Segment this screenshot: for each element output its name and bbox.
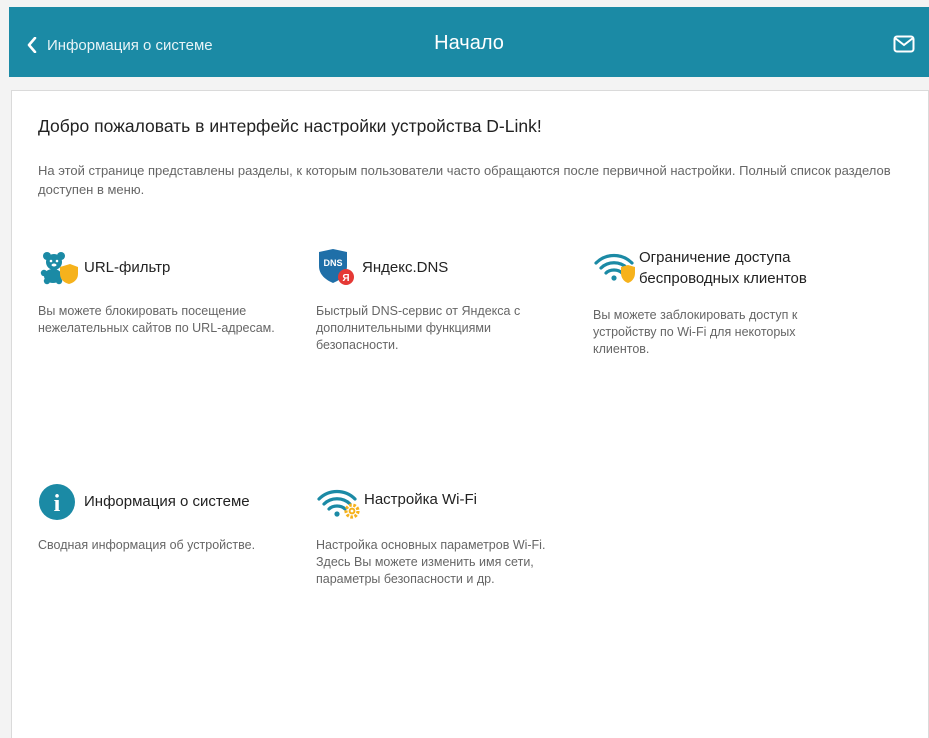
dns-label: DNS (323, 258, 342, 268)
tile-description: Вы можете заблокировать доступ к устройс… (593, 308, 798, 356)
tile-url-filter[interactable]: URL-фильтр Вы можете блокировать посещен… (38, 249, 288, 359)
app-frame: Информация о системе Начало Добро пожало… (0, 0, 929, 738)
tile-name: Настройка Wi-Fi (364, 491, 477, 508)
tile-description: Сводная информация об устройстве. (38, 538, 256, 552)
tile-wifi-setup[interactable]: Настройка Wi-Fi Настройка основных парам… (316, 483, 576, 593)
tile-name: Яндекс.DNS (362, 259, 449, 276)
intro-text: На этой странице представлены разделы, к… (38, 163, 891, 197)
tile-system-info[interactable]: i Информация о системе Сводная информаци… (38, 483, 288, 563)
tile-name: Информация о системе (84, 493, 250, 510)
info-glyph: i (54, 491, 61, 517)
yandex-dns-icon: DNS Я (319, 249, 354, 285)
tile-description: Настройка основных параметров Wi-Fi. Зде… (316, 538, 546, 586)
tile-description: Вы можете блокировать посещение нежелате… (38, 304, 275, 335)
top-header: Информация о системе Начало (9, 7, 929, 77)
mail-icon[interactable] (893, 35, 915, 53)
tile-wireless-restriction[interactable]: Ограничение доступа беспроводных клиенто… (593, 249, 853, 369)
url-filter-icon (40, 252, 78, 285)
tile-yandex-dns[interactable]: DNS Я Яндекс.DNS Быстрый DNS-сервис от Я… (316, 249, 556, 359)
page-title: Начало (434, 32, 504, 54)
tile-description: Быстрый DNS-сервис от Яндекса с дополнит… (316, 304, 521, 352)
wifi-gear-icon (317, 489, 360, 519)
svg-text:Я: Я (342, 273, 349, 284)
content-card: Добро пожаловать в интерфейс настройки у… (11, 90, 929, 738)
welcome-heading: Добро пожаловать в интерфейс настройки у… (38, 116, 542, 136)
wifi-shield-icon (594, 253, 635, 283)
tile-name: URL-фильтр (84, 259, 171, 276)
tile-name: Ограничение доступа беспроводных клиенто… (639, 249, 807, 287)
info-icon: i (39, 484, 75, 520)
